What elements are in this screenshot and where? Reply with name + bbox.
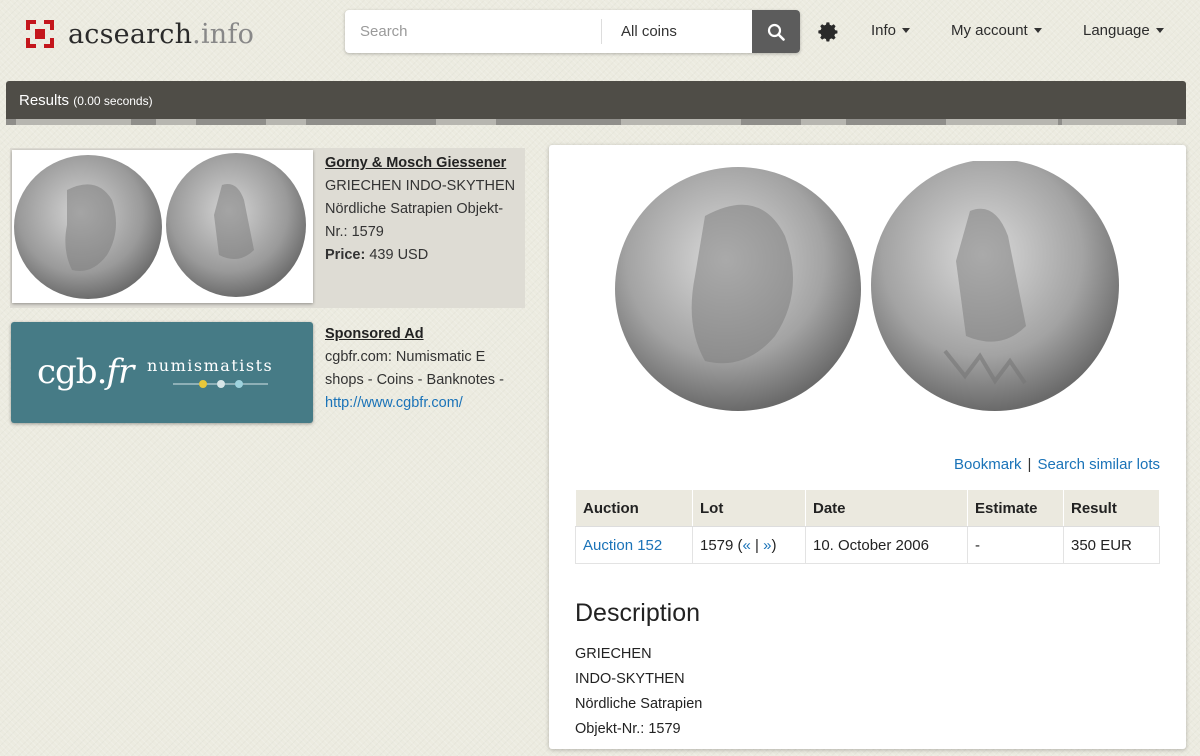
nav-my-account[interactable]: My account <box>951 22 1042 39</box>
navbar: acsearch.info All coins Info My account … <box>0 0 1200 66</box>
column-header-auction: Auction <box>575 489 693 527</box>
search-box: All coins <box>345 10 800 53</box>
lot-actions: Bookmark | Search similar lots <box>954 456 1160 473</box>
logo-name: acsearch <box>68 18 193 50</box>
previous-lot-link[interactable]: « <box>743 537 751 554</box>
cell-estimate: - <box>967 526 1064 564</box>
column-header-estimate: Estimate <box>967 489 1064 527</box>
gear-icon[interactable] <box>818 21 840 43</box>
table-header-row: Auction Lot Date Estimate Result <box>575 489 1160 527</box>
description-line: INDO-SKYTHEN <box>575 671 685 687</box>
result-description: GRIECHEN INDO-SKYTHEN Nördliche Satrapie… <box>325 178 516 240</box>
caret-down-icon <box>1033 28 1042 33</box>
description-line: Nördliche Satrapien <box>575 696 703 712</box>
coin-image-icon[interactable] <box>615 161 1119 419</box>
ad-banner[interactable]: cgb.fr numismatists <box>11 322 313 423</box>
search-button[interactable] <box>752 10 800 53</box>
search-similar-link[interactable]: Search similar lots <box>1037 456 1160 473</box>
ad-logo-sub: numismatists <box>147 356 274 375</box>
sponsored-ad: cgb.fr numismatists Sponsored Ad cgbfr.c… <box>10 322 525 426</box>
search-input[interactable] <box>345 10 601 53</box>
price-value: 439 USD <box>369 247 429 263</box>
cell-lot: 1579 (« | ») <box>692 526 806 564</box>
cell-auction: Auction 152 <box>575 526 693 564</box>
ad-title[interactable]: Sponsored Ad <box>325 323 520 346</box>
logo-mark-icon <box>26 20 54 48</box>
description-body: GRIECHEN INDO-SKYTHEN Nördliche Satrapie… <box>575 642 702 742</box>
caret-down-icon <box>1155 28 1164 33</box>
logo-ext: .info <box>192 18 255 50</box>
result-list-item[interactable]: Gorny & Mosch Giessener GRIECHEN INDO-SK… <box>10 148 525 308</box>
coin-photo-icon <box>14 153 306 299</box>
nav-language-label: Language <box>1083 22 1150 39</box>
site-logo[interactable]: acsearch.info <box>26 18 254 50</box>
ad-description: cgbfr.com: Numismatic E shops - Coins - … <box>325 349 504 388</box>
result-title-link[interactable]: Gorny & Mosch Giessener <box>325 152 520 175</box>
coin-thumbnail[interactable] <box>12 150 313 303</box>
search-scope-select[interactable]: All coins <box>602 10 752 53</box>
nav-info-label: Info <box>871 22 897 39</box>
column-header-lot: Lot <box>692 489 806 527</box>
ad-text: Sponsored Ad cgbfr.com: Numismatic E sho… <box>325 323 520 415</box>
description-line: GRIECHEN <box>575 646 652 662</box>
ad-logo-main: cgb.fr <box>37 352 134 392</box>
lot-detail-panel: Bookmark | Search similar lots Auction Lot… <box>549 145 1186 749</box>
results-time: (0.00 seconds) <box>73 94 153 108</box>
nav-info[interactable]: Info <box>871 22 911 39</box>
result-price: Price: 439 USD <box>325 244 520 267</box>
results-label: Results <box>19 92 70 109</box>
table-row: Auction 152 1579 (« | ») 10. October 200… <box>575 526 1160 564</box>
price-label: Price: <box>325 247 366 263</box>
search-icon <box>767 23 785 41</box>
cell-date: 10. October 2006 <box>805 526 968 564</box>
cell-result: 350 EUR <box>1063 526 1160 564</box>
ad-link[interactable]: http://www.cgbfr.com/ <box>325 395 463 411</box>
search-scope-label: All coins <box>621 23 677 40</box>
description-heading: Description <box>575 599 701 627</box>
column-header-date: Date <box>805 489 968 527</box>
results-bar: Results (0.00 seconds) <box>6 81 1186 125</box>
results-thumbnail-strip <box>6 119 1186 125</box>
nav-my-account-label: My account <box>951 22 1028 39</box>
lot-table: Auction Lot Date Estimate Result Auction… <box>575 489 1160 564</box>
result-text: Gorny & Mosch Giessener GRIECHEN INDO-SK… <box>325 152 520 267</box>
logo-text: acsearch.info <box>68 19 254 50</box>
bookmark-link[interactable]: Bookmark <box>954 456 1022 473</box>
results-heading: Results (0.00 seconds) <box>19 92 153 109</box>
description-line: Objekt-Nr.: 1579 <box>575 721 681 737</box>
auction-link[interactable]: Auction 152 <box>583 537 662 554</box>
nav-language[interactable]: Language <box>1083 22 1164 39</box>
action-separator: | <box>1027 456 1032 473</box>
ad-dots-icon <box>173 380 268 388</box>
column-header-result: Result <box>1063 489 1160 527</box>
caret-down-icon <box>902 28 911 33</box>
